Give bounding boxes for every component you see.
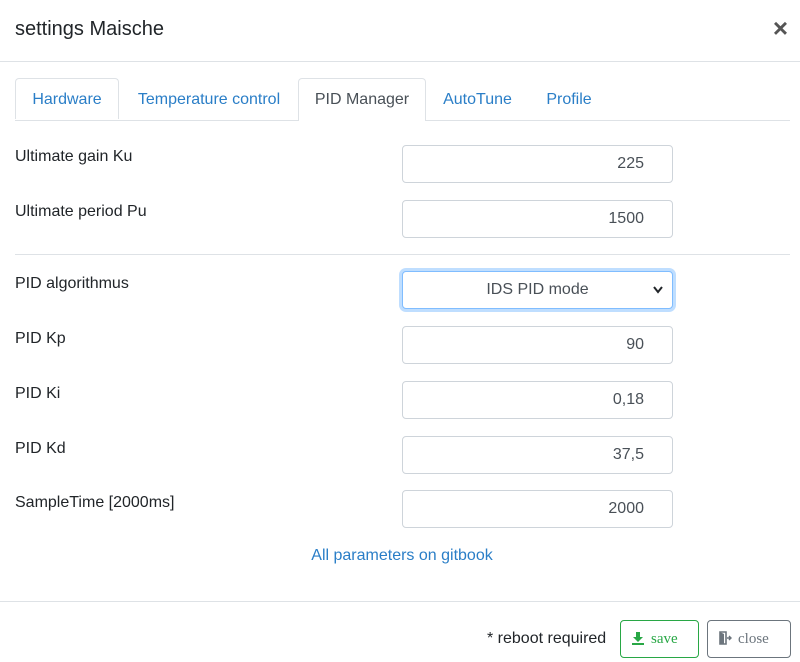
tab-hardware[interactable]: Hardware — [15, 78, 119, 119]
pid-kd-input[interactable]: 37,5 — [402, 436, 673, 474]
ultimate-period-label: Ultimate period Pu — [15, 203, 147, 220]
pid-kp-input[interactable]: 90 — [402, 326, 673, 364]
pid-algorithm-label: PID algorithmus — [15, 275, 129, 292]
ultimate-period-input[interactable]: 1500 — [402, 200, 673, 238]
modal-header: settings Maische × — [0, 0, 800, 62]
pid-ki-label: PID Ki — [15, 385, 61, 402]
download-icon — [632, 632, 644, 645]
save-label: save — [651, 631, 678, 647]
pid-algorithm-value: IDS PID mode — [486, 281, 589, 298]
close-icon[interactable]: × — [773, 14, 788, 42]
chevron-down-icon — [652, 272, 664, 322]
tab-temperature-control[interactable]: Temperature control — [119, 78, 299, 119]
exit-door-icon — [719, 631, 732, 645]
close-button[interactable]: close — [707, 620, 791, 658]
sample-time-label: SampleTime [2000ms] — [15, 494, 175, 511]
reboot-note: * reboot required — [487, 630, 607, 647]
modal-footer: * reboot required save close — [0, 601, 800, 662]
tab-autotune[interactable]: AutoTune — [426, 78, 529, 119]
pid-algorithm-select[interactable]: IDS PID mode — [402, 271, 673, 309]
tab-pid-manager[interactable]: PID Manager — [298, 78, 426, 121]
ultimate-gain-input[interactable]: 225 — [402, 145, 673, 183]
settings-modal: settings Maische × Hardware Temperature … — [0, 0, 800, 662]
pid-kd-label: PID Kd — [15, 440, 66, 457]
close-label: close — [738, 631, 769, 647]
sample-time-input[interactable]: 2000 — [402, 490, 673, 528]
pid-kp-label: PID Kp — [15, 330, 66, 347]
modal-title: settings Maische — [15, 18, 164, 40]
tab-bar: Hardware Temperature control PID Manager… — [15, 78, 790, 121]
tab-profile[interactable]: Profile — [529, 78, 609, 119]
ultimate-gain-label: Ultimate gain Ku — [15, 148, 133, 165]
section-divider — [15, 254, 790, 255]
save-button[interactable]: save — [620, 620, 699, 658]
pid-ki-input[interactable]: 0,18 — [402, 381, 673, 419]
gitbook-link[interactable]: All parameters on gitbook — [0, 547, 800, 565]
